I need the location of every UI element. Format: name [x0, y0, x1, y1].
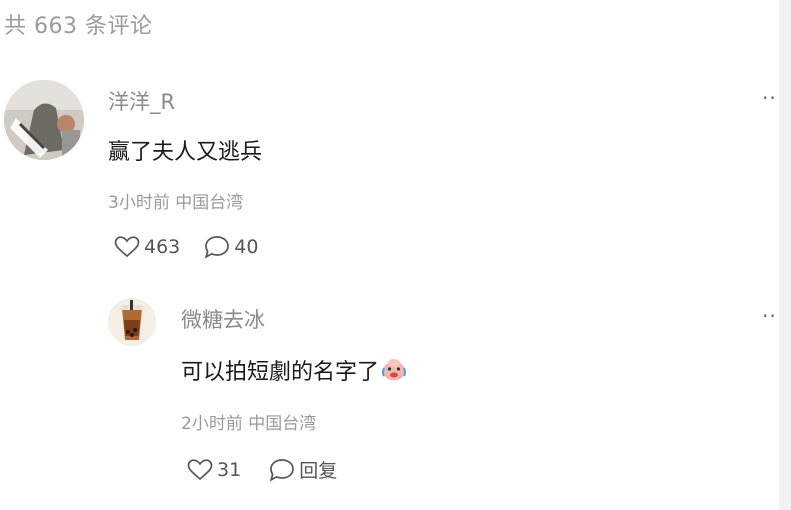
reply-actions: 31 回复	[187, 456, 337, 483]
reply-author[interactable]: 微糖去冰	[181, 304, 265, 334]
scrollbar-track[interactable]	[779, 0, 791, 510]
heart-outline-icon	[114, 236, 140, 258]
comment-time-location: 3小时前 中国台湾	[108, 193, 244, 213]
speech-bubble-icon	[205, 236, 230, 259]
speech-bubble-icon	[270, 458, 295, 481]
reply-text: 可以拍短劇的名字了	[181, 360, 380, 385]
avatar-image	[108, 298, 156, 346]
avatar-image	[4, 80, 84, 160]
comment-author[interactable]: 洋洋_R	[108, 86, 175, 116]
reply-like-button[interactable]: 31	[187, 459, 241, 481]
comment-item: 洋洋_R 赢了夫人又逃兵 3小时前 中国台湾 463 40 ··	[0, 78, 791, 278]
comment-text: 赢了夫人又逃兵	[108, 140, 263, 165]
reply-label: 回复	[299, 460, 338, 482]
reply-to-reply-button[interactable]: 回复	[269, 456, 337, 483]
crying-laughing-emoji-icon	[381, 356, 407, 388]
reply-item: 微糖去冰 可以拍短劇的名字了 2小时前 中国台湾 31 回复 ··	[0, 296, 791, 496]
like-button[interactable]: 463	[114, 236, 180, 258]
reply-text-line: 可以拍短劇的名字了	[181, 354, 407, 388]
reply-button[interactable]: 40	[204, 235, 258, 259]
comments-count: 共 663 条评论	[4, 14, 153, 39]
like-count: 463	[144, 236, 181, 258]
reply-time-location: 2小时前 中国台湾	[181, 414, 317, 434]
heart-outline-icon	[187, 458, 213, 480]
more-icon[interactable]: ··	[762, 86, 777, 110]
comment-actions: 463 40	[114, 235, 258, 259]
more-icon[interactable]: ··	[762, 304, 777, 328]
comments-panel: 共 663 条评论 洋洋_R 赢了夫人又逃兵 3小时前 中国台湾 463 40 …	[0, 0, 791, 510]
avatar[interactable]	[4, 80, 84, 160]
reply-count: 40	[234, 236, 259, 258]
reply-like-count: 31	[217, 458, 242, 481]
reply-avatar[interactable]	[108, 298, 156, 346]
